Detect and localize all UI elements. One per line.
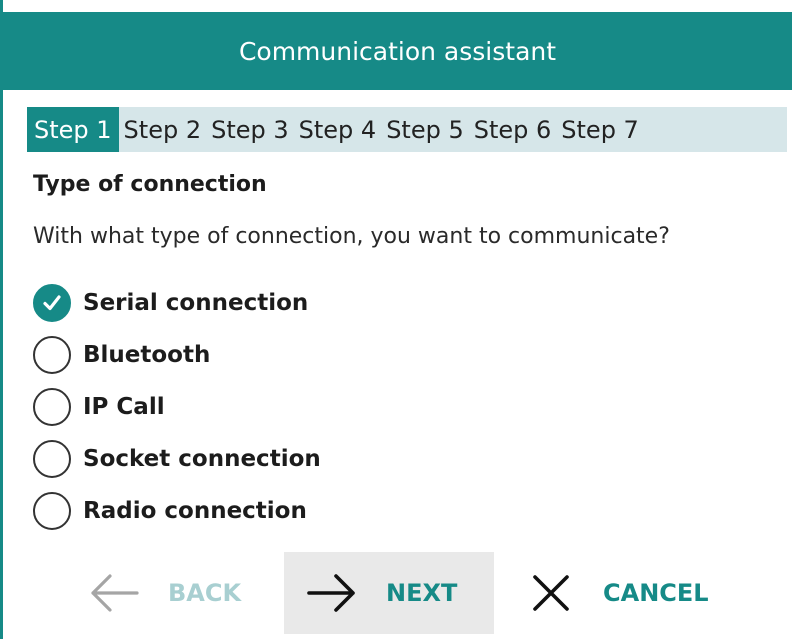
- communication-assistant-window: Communication assistant Step 1 Step 2 St…: [0, 0, 792, 639]
- back-label: BACK: [168, 579, 242, 607]
- option-bluetooth[interactable]: Bluetooth: [33, 329, 321, 381]
- step-6-tab[interactable]: Step 6: [469, 107, 557, 152]
- next-button[interactable]: NEXT: [284, 552, 494, 634]
- radio-checked-icon[interactable]: [33, 284, 71, 322]
- option-label: Bluetooth: [83, 342, 211, 368]
- option-label: Serial connection: [83, 290, 309, 316]
- step-2-tab[interactable]: Step 2: [119, 107, 207, 152]
- window-title: Communication assistant: [238, 36, 557, 66]
- option-socket-connection[interactable]: Socket connection: [33, 433, 321, 485]
- connection-type-options: Serial connection Bluetooth IP Call Sock…: [33, 277, 321, 537]
- back-button[interactable]: BACK: [88, 552, 268, 634]
- section-heading: Type of connection: [33, 172, 267, 197]
- step-4-tab[interactable]: Step 4: [294, 107, 382, 152]
- wizard-footer: BACK NEXT CANCEL: [3, 552, 792, 634]
- radio-unchecked-icon[interactable]: [33, 440, 71, 478]
- option-label: Radio connection: [83, 498, 307, 524]
- arrow-left-icon: [91, 574, 139, 612]
- step-7-tab[interactable]: Step 7: [556, 107, 644, 152]
- title-bar: Communication assistant: [3, 12, 792, 90]
- cancel-label: CANCEL: [603, 579, 709, 607]
- option-serial-connection[interactable]: Serial connection: [33, 277, 321, 329]
- cancel-button[interactable]: CANCEL: [523, 552, 743, 634]
- connection-question: With what type of connection, you want t…: [33, 224, 670, 249]
- option-label: Socket connection: [83, 446, 321, 472]
- option-ip-call[interactable]: IP Call: [33, 381, 321, 433]
- radio-unchecked-icon[interactable]: [33, 336, 71, 374]
- radio-unchecked-icon[interactable]: [33, 388, 71, 426]
- radio-unchecked-icon[interactable]: [33, 492, 71, 530]
- option-radio-connection[interactable]: Radio connection: [33, 485, 321, 537]
- step-3-tab[interactable]: Step 3: [206, 107, 294, 152]
- close-icon: [533, 575, 569, 611]
- step-5-tab[interactable]: Step 5: [381, 107, 469, 152]
- arrow-right-icon: [307, 574, 355, 612]
- step-1-tab[interactable]: Step 1: [27, 107, 119, 152]
- option-label: IP Call: [83, 394, 165, 420]
- next-label: NEXT: [386, 579, 458, 607]
- step-indicator: Step 1 Step 2 Step 3 Step 4 Step 5 Step …: [27, 107, 787, 152]
- checkmark-icon: [43, 295, 61, 311]
